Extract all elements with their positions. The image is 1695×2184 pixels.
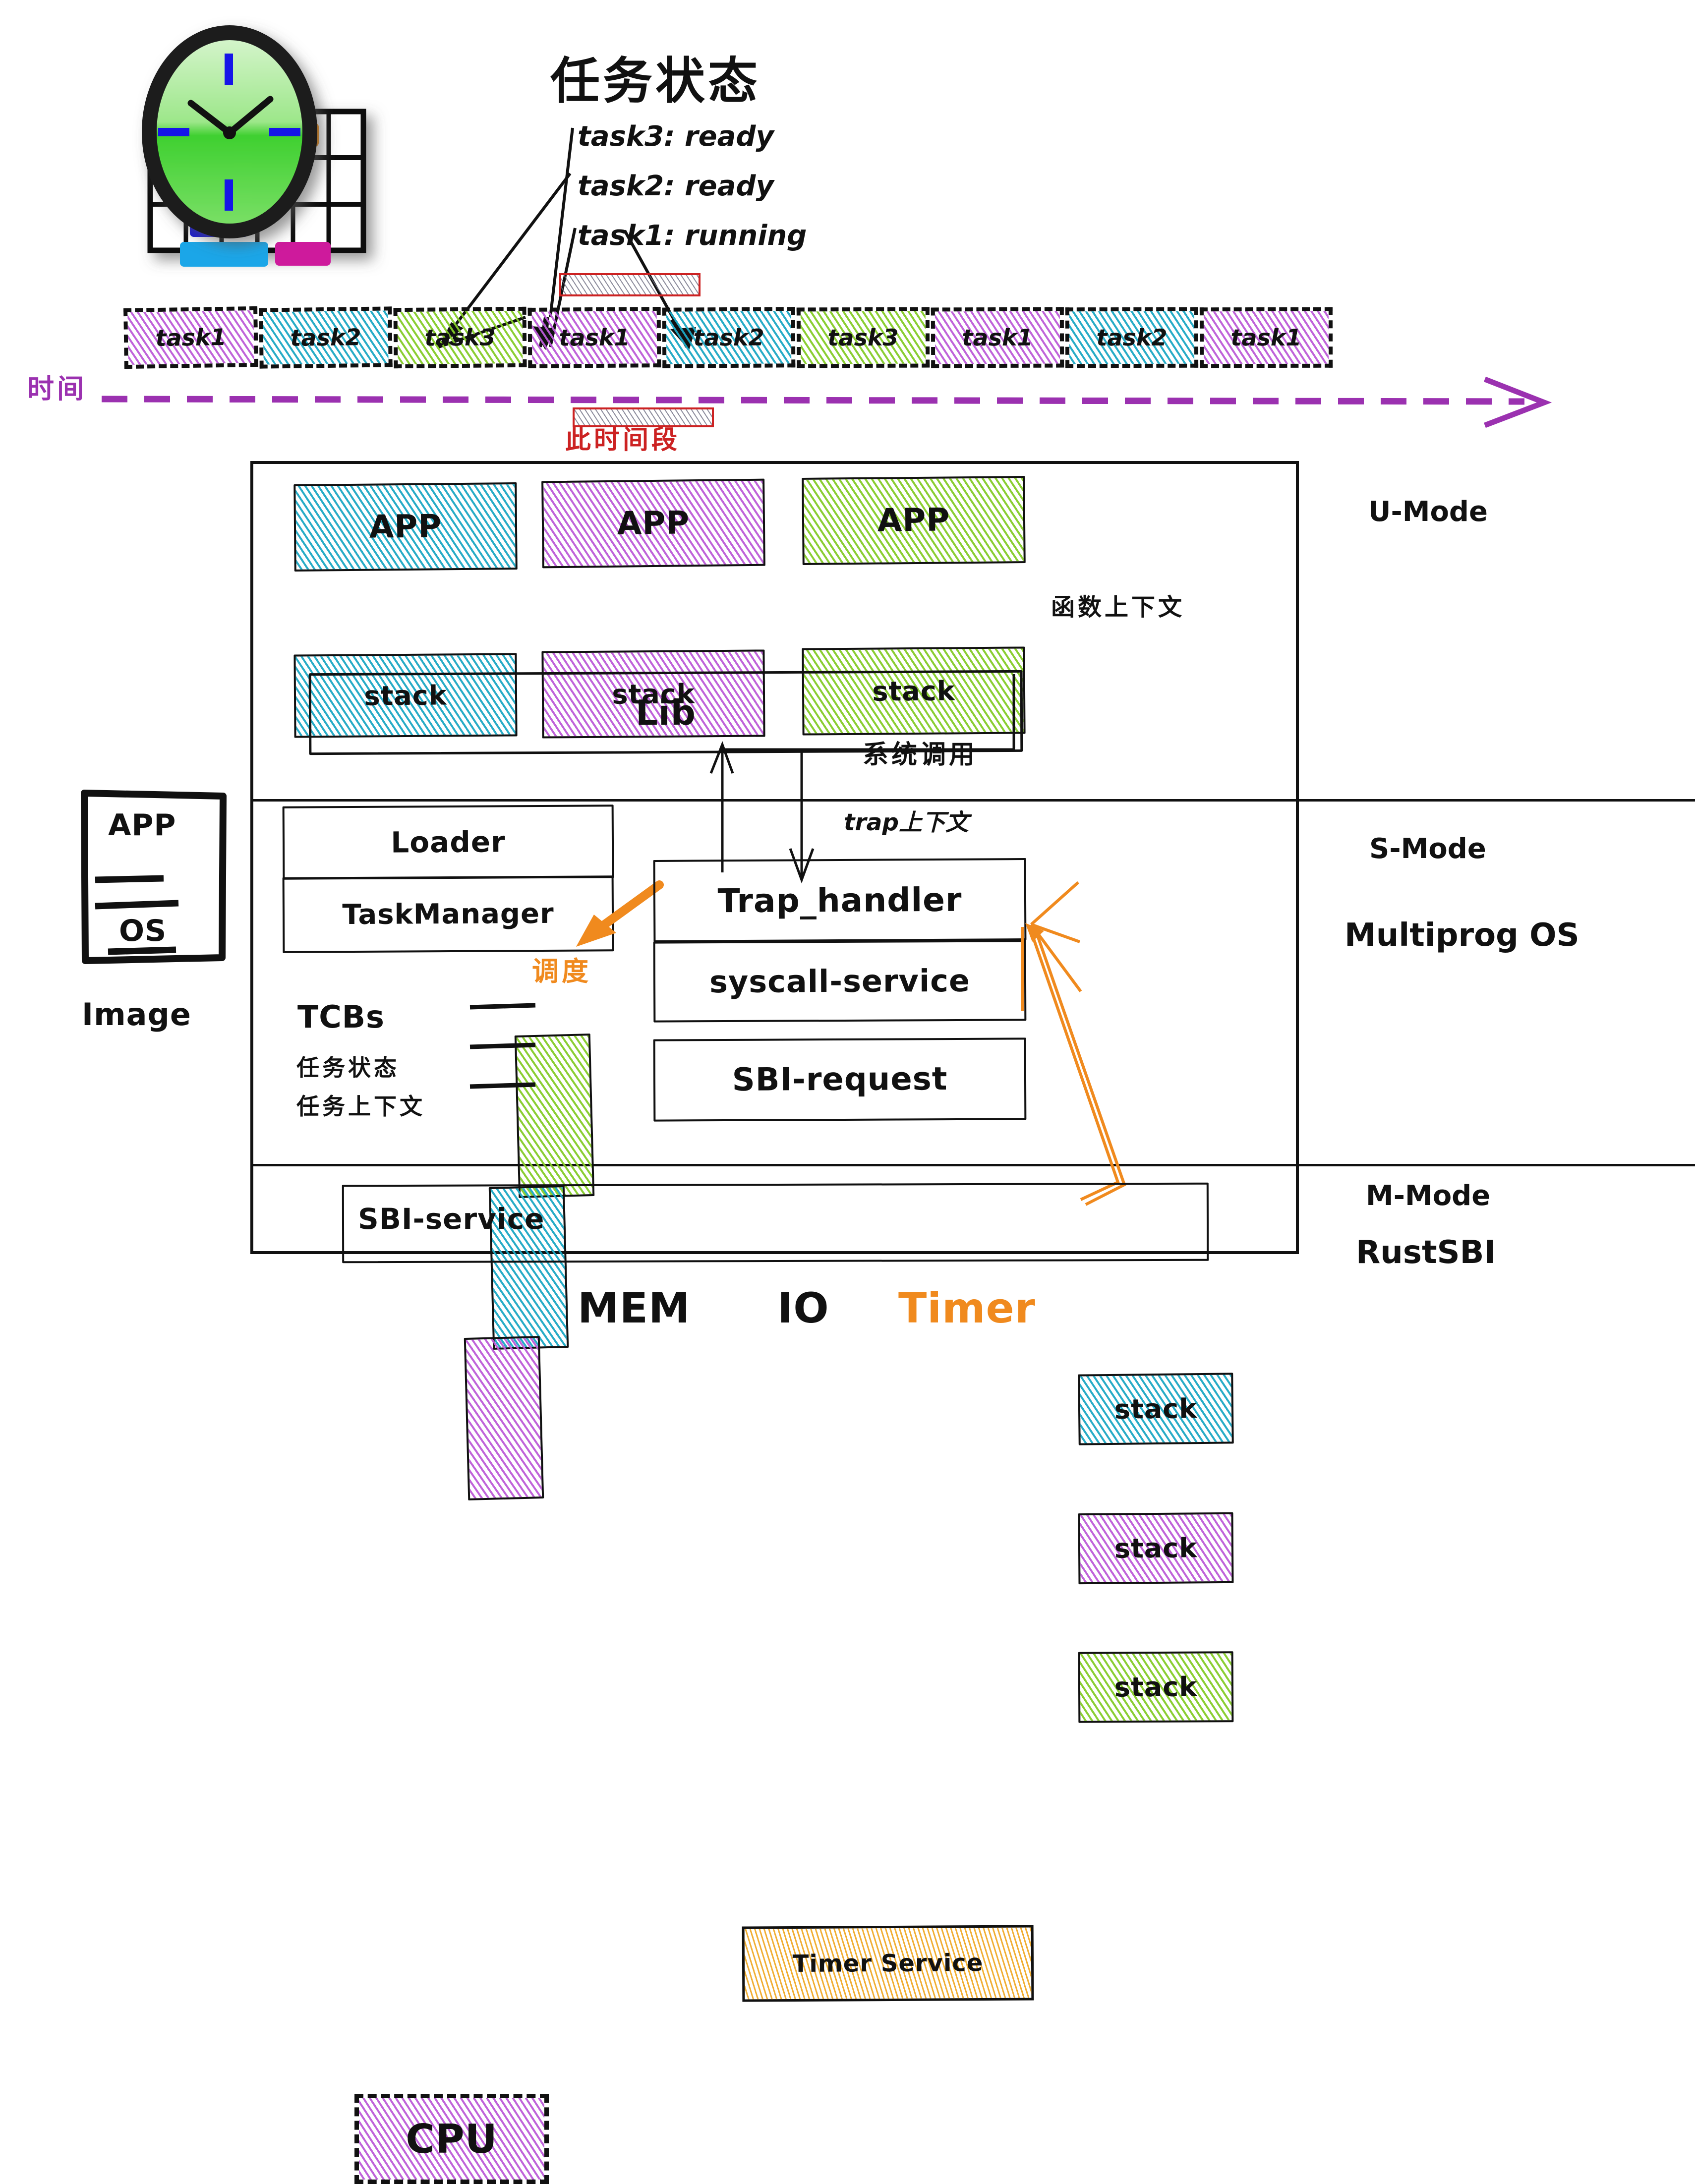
kernel-stack-label: stack	[1114, 1393, 1198, 1425]
kernel-stack-label: stack	[1114, 1532, 1198, 1564]
timer-service-box: Timer Service	[742, 1925, 1034, 2002]
kernel-stack-2: stack	[1078, 1651, 1234, 1723]
kernel-stack-1: stack	[1078, 1512, 1234, 1585]
cpu-box: CPU	[354, 2094, 549, 2184]
sbi-service-label: SBI-service	[358, 1202, 545, 1236]
trap-stack-links	[1021, 881, 1126, 1206]
cpu-label: CPU	[406, 2116, 498, 2162]
kernel-stack-label: stack	[1114, 1671, 1198, 1703]
mem-label: MEM	[578, 1284, 691, 1332]
timer-service-label: Timer Service	[792, 1949, 984, 1978]
timer-label: Timer	[898, 1284, 1036, 1332]
kernel-stack-0: stack	[1078, 1373, 1234, 1445]
io-label: IO	[777, 1284, 829, 1332]
